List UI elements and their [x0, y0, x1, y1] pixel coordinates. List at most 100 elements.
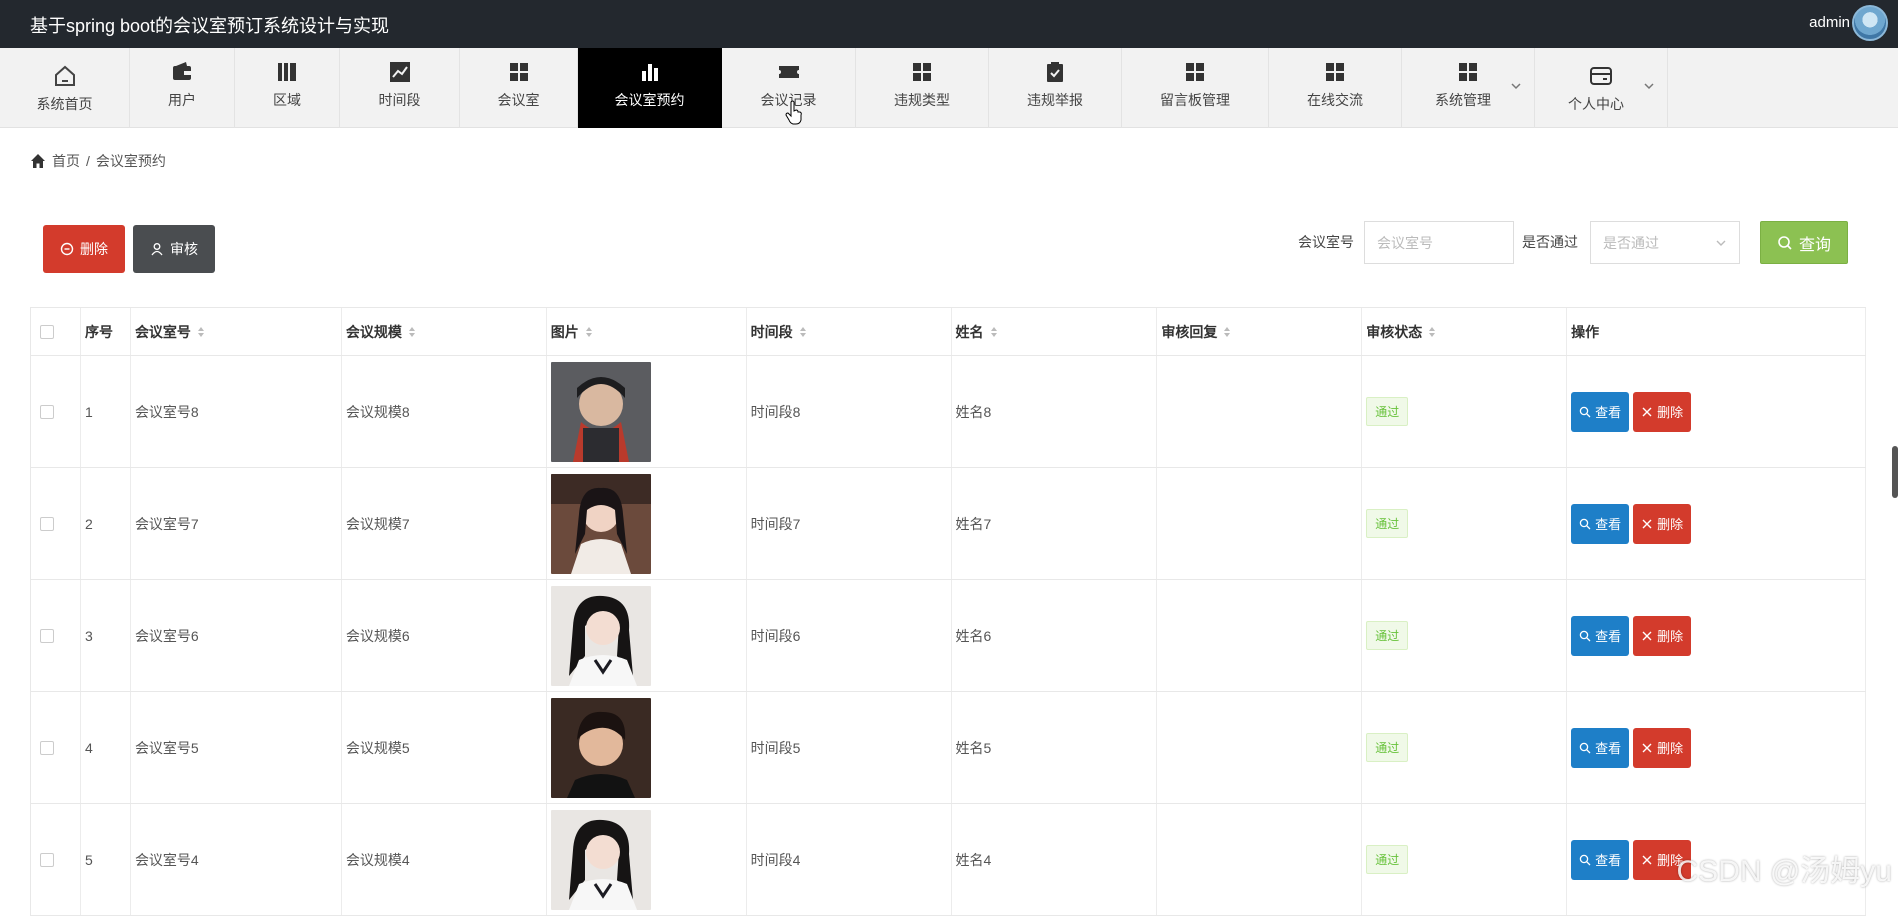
- cell-room: 会议室号8: [131, 356, 342, 467]
- nav-item-violation-type[interactable]: 违规类型: [856, 48, 989, 128]
- search-icon: [1778, 235, 1792, 250]
- status-badge: 通过: [1366, 845, 1409, 874]
- nav-label: 时间段: [378, 92, 421, 108]
- home-icon: [54, 65, 75, 86]
- search-icon: [1579, 742, 1591, 753]
- view-button[interactable]: 查看: [1571, 391, 1630, 432]
- nav-item-home[interactable]: 系统首页: [0, 48, 130, 128]
- column-header[interactable]: 图片: [547, 308, 747, 355]
- column-header[interactable]: 审核回复: [1157, 308, 1363, 355]
- column-header-label: 操作: [1571, 323, 1600, 340]
- row-select[interactable]: [31, 580, 81, 691]
- column-header[interactable]: 审核状态: [1362, 308, 1568, 355]
- delete-button[interactable]: 删除: [1633, 503, 1692, 544]
- cell-index: 1: [81, 356, 131, 467]
- row-checkbox[interactable]: [40, 404, 54, 419]
- cell-actions: 查看 删除: [1567, 356, 1866, 467]
- view-button[interactable]: 查看: [1571, 839, 1630, 880]
- nav-item-system-admin[interactable]: 系统管理: [1402, 48, 1535, 128]
- cell-index: 2: [81, 468, 131, 579]
- row-checkbox[interactable]: [40, 852, 54, 867]
- sort-icon: [1429, 326, 1436, 337]
- view-button[interactable]: 查看: [1571, 727, 1630, 768]
- nav-item-profile[interactable]: 个人中心: [1535, 48, 1668, 128]
- row-select[interactable]: [31, 692, 81, 803]
- cell-reply: [1157, 468, 1363, 579]
- sort-icon: [990, 326, 997, 337]
- select-all-checkbox[interactable]: [40, 324, 54, 339]
- cell-time: 时间段6: [747, 580, 952, 691]
- status-badge: 通过: [1366, 733, 1409, 762]
- row-checkbox[interactable]: [40, 628, 54, 643]
- scrollbar-thumb[interactable]: [1892, 446, 1898, 498]
- nav-item-room-booking[interactable]: 会议室预约: [578, 48, 722, 128]
- room-photo-thumbnail[interactable]: [550, 809, 651, 910]
- grid-icon: [913, 63, 931, 81]
- nav-label: 系统管理: [1435, 92, 1491, 108]
- delete-button[interactable]: 删除: [1633, 615, 1692, 656]
- cell-name: 姓名5: [952, 692, 1158, 803]
- row-select[interactable]: [31, 804, 81, 915]
- room-number-input[interactable]: 会议室号: [1364, 221, 1514, 264]
- cell-actions: 查看 删除: [1567, 580, 1866, 691]
- cell-scale: 会议规模8: [342, 356, 547, 467]
- nav-item-users[interactable]: 用户: [130, 48, 235, 128]
- nav-item-area[interactable]: 区域: [235, 48, 340, 128]
- username[interactable]: admin: [1809, 14, 1850, 31]
- grid-icon: [509, 63, 528, 81]
- cell-reply: [1157, 580, 1363, 691]
- avatar[interactable]: [1852, 5, 1888, 41]
- delete-button[interactable]: 删除: [1633, 727, 1692, 768]
- sort-icon: [197, 326, 204, 337]
- column-header-label: 姓名: [955, 323, 984, 340]
- cell-name: 姓名6: [952, 580, 1158, 691]
- table-row: 1 会议室号8 会议规模8 时间段8 姓名8 通过 查看 删除: [31, 356, 1866, 468]
- nav-item-violation-report[interactable]: 违规举报: [989, 48, 1122, 128]
- bulk-delete-button[interactable]: 删除: [43, 225, 125, 273]
- row-checkbox[interactable]: [40, 516, 54, 531]
- cell-room: 会议室号6: [131, 580, 342, 691]
- delete-button[interactable]: 删除: [1633, 391, 1692, 432]
- header-select-all[interactable]: [31, 308, 81, 355]
- nav-item-timeslot[interactable]: 时间段: [340, 48, 460, 128]
- delete-label: 删除: [1657, 517, 1684, 532]
- breadcrumb-home[interactable]: 首页: [52, 151, 80, 171]
- nav-label: 系统首页: [36, 96, 93, 112]
- view-label: 查看: [1595, 741, 1622, 756]
- books-icon: [278, 63, 296, 81]
- query-button[interactable]: 查询: [1760, 221, 1848, 264]
- cell-reply: [1157, 692, 1363, 803]
- room-photo-thumbnail[interactable]: [550, 585, 651, 686]
- room-photo-thumbnail[interactable]: [550, 697, 651, 798]
- row-checkbox[interactable]: [40, 740, 54, 755]
- cell-scale: 会议规模6: [342, 580, 547, 691]
- audit-label: 审核: [170, 241, 198, 257]
- room-photo-thumbnail[interactable]: [550, 473, 651, 574]
- cell-actions: 查看 删除: [1567, 692, 1866, 803]
- cell-index: 3: [81, 580, 131, 691]
- column-header[interactable]: 会议室号: [131, 308, 342, 355]
- cell-status: 通过: [1362, 356, 1568, 467]
- watermark: CSDN @汤姆yu: [1676, 855, 1892, 888]
- nav-item-message-board[interactable]: 留言板管理: [1122, 48, 1269, 128]
- row-select[interactable]: [31, 356, 81, 467]
- nav-label: 会议室预约: [614, 92, 685, 108]
- audit-button[interactable]: 审核: [133, 225, 215, 273]
- view-button[interactable]: 查看: [1571, 503, 1630, 544]
- nav-item-online-chat[interactable]: 在线交流: [1269, 48, 1402, 128]
- status-badge: 通过: [1366, 509, 1409, 538]
- column-header[interactable]: 会议规模: [342, 308, 547, 355]
- room-photo-thumbnail[interactable]: [550, 361, 651, 462]
- cell-status: 通过: [1362, 804, 1568, 915]
- view-button[interactable]: 查看: [1571, 615, 1630, 656]
- column-header[interactable]: 时间段: [747, 308, 952, 355]
- pass-select[interactable]: 是否通过: [1590, 221, 1740, 264]
- grid-icon: [1326, 63, 1344, 81]
- nav-item-room[interactable]: 会议室: [460, 48, 578, 128]
- column-header[interactable]: 姓名: [952, 308, 1158, 355]
- row-select[interactable]: [31, 468, 81, 579]
- table-header: 序号 会议室号 会议规模 图片 时间段 姓名 审核回复 审核状态 操作: [31, 308, 1866, 356]
- close-icon: [1642, 743, 1652, 752]
- close-icon: [1642, 631, 1652, 640]
- top-bar: 基于spring boot的会议室预订系统设计与实现 admin: [0, 0, 1898, 48]
